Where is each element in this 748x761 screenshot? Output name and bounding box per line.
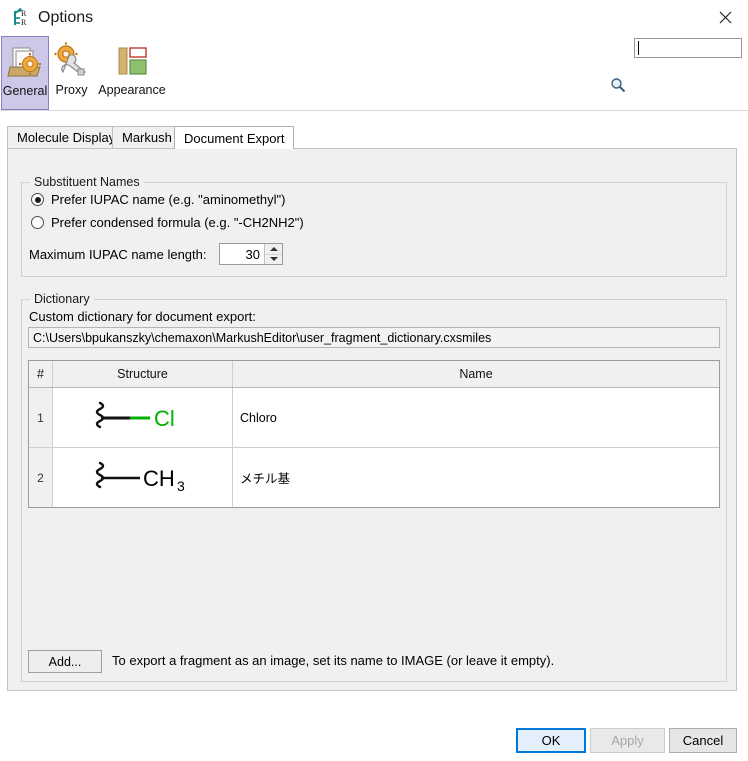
search-icon [610, 77, 626, 93]
appearance-layout-icon [113, 42, 151, 80]
tab-document-export-label: Document Export [184, 131, 284, 146]
toolbar-item-appearance-label: Appearance [98, 83, 165, 97]
search-caret [638, 41, 639, 55]
stepper-up-icon[interactable] [265, 244, 282, 255]
chloro-structure-drawing: Cl [88, 395, 198, 441]
toolbar-item-appearance[interactable]: Appearance [93, 36, 171, 110]
dictionary-path-field[interactable]: C:\Users\bpukanszky\chemaxon\MarkushEdit… [28, 327, 720, 348]
ok-button[interactable]: OK [516, 728, 586, 753]
row-number: 2 [29, 448, 53, 507]
svg-text:R: R [21, 18, 27, 27]
svg-text:R: R [21, 9, 27, 18]
dictionary-group-title: Dictionary [30, 292, 94, 306]
radio-prefer-condensed-formula-label: Prefer condensed formula (e.g. "-CH2NH2"… [51, 215, 304, 230]
settings-tab-strip: Molecule Display Markush Document Export [0, 126, 748, 148]
svg-text:3: 3 [177, 478, 185, 494]
stepper-arrows [264, 244, 282, 264]
table-row[interactable]: 1 Cl Chloro [29, 388, 719, 448]
title-bar: R R Options [0, 0, 748, 36]
cancel-button-label: Cancel [683, 733, 723, 748]
tab-document-export[interactable]: Document Export [174, 126, 294, 149]
column-header-number[interactable]: # [29, 361, 53, 387]
svg-text:CH: CH [143, 466, 175, 491]
custom-dictionary-label: Custom dictionary for document export: [29, 309, 256, 324]
table-header-row: # Structure Name [29, 361, 719, 388]
methyl-structure-drawing: CH 3 [88, 455, 198, 501]
apply-button-label: Apply [611, 733, 644, 748]
proxy-gear-wrench-icon [53, 42, 91, 80]
fragment-dictionary-table: # Structure Name 1 Cl Chloro 2 [28, 360, 720, 508]
row-number: 1 [29, 388, 53, 447]
column-header-name[interactable]: Name [233, 361, 719, 387]
toolbar-item-proxy[interactable]: Proxy [50, 36, 93, 110]
fragment-name[interactable]: メチル基 [233, 448, 719, 507]
toolbar-item-proxy-label: Proxy [56, 83, 88, 97]
apply-button: Apply [590, 728, 665, 753]
tab-molecule-display-label: Molecule Display [17, 130, 115, 145]
search-input[interactable] [634, 38, 742, 58]
radio-indicator-iupac [31, 193, 44, 206]
fragment-structure-chloro[interactable]: Cl [53, 388, 233, 447]
ok-button-label: OK [542, 733, 561, 748]
svg-text:Cl: Cl [154, 406, 175, 431]
max-iupac-length-stepper[interactable]: 30 [219, 243, 283, 265]
fragment-name[interactable]: Chloro [233, 388, 719, 447]
tab-markush-label: Markush [122, 130, 172, 145]
close-button[interactable] [702, 0, 748, 34]
radio-prefer-iupac-name[interactable]: Prefer IUPAC name (e.g. "aminomethyl") [31, 192, 285, 207]
markush-structure-icon: R R [9, 7, 31, 29]
fragment-structure-methyl[interactable]: CH 3 [53, 448, 233, 507]
max-iupac-length-label: Maximum IUPAC name length: [29, 247, 207, 262]
add-fragment-button[interactable]: Add... [28, 650, 102, 673]
options-dialog: R R Options General [0, 0, 748, 761]
toolbar-item-general[interactable]: General [1, 36, 49, 110]
radio-indicator-condensed [31, 216, 44, 229]
stepper-down-icon[interactable] [265, 255, 282, 265]
radio-prefer-condensed-formula[interactable]: Prefer condensed formula (e.g. "-CH2NH2"… [31, 215, 304, 230]
window-title: Options [38, 7, 93, 28]
add-fragment-button-label: Add... [49, 655, 82, 669]
export-hint-text: To export a fragment as an image, set it… [112, 653, 554, 668]
radio-prefer-iupac-name-label: Prefer IUPAC name (e.g. "aminomethyl") [51, 192, 285, 207]
column-header-structure[interactable]: Structure [53, 361, 233, 387]
general-settings-icon [6, 43, 44, 81]
tab-markush[interactable]: Markush [112, 126, 182, 148]
table-row[interactable]: 2 CH 3 メチル基 [29, 448, 719, 508]
toolbar-separator [0, 110, 748, 111]
toolbar-item-general-label: General [3, 84, 47, 98]
substituent-names-group-title: Substituent Names [30, 175, 144, 189]
max-iupac-length-value[interactable]: 30 [220, 244, 264, 264]
cancel-button[interactable]: Cancel [669, 728, 737, 753]
tab-molecule-display[interactable]: Molecule Display [7, 126, 125, 148]
